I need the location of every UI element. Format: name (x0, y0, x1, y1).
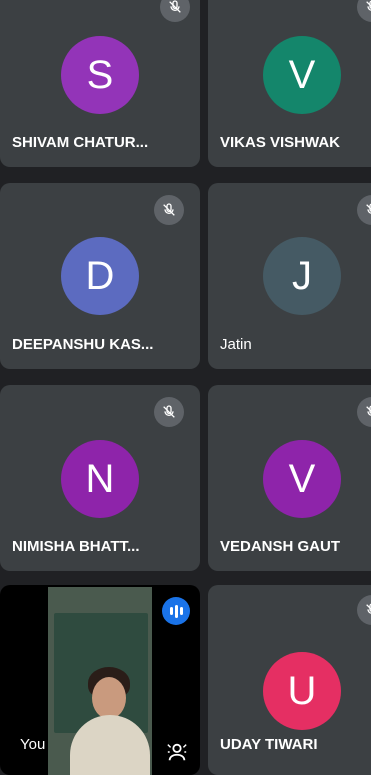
mic-off-icon (357, 595, 371, 625)
mic-off-icon (154, 195, 184, 225)
participant-name: UDAY TIWARI (220, 736, 318, 753)
mic-off-icon (357, 195, 371, 225)
participant-name: Jatin (220, 336, 252, 353)
participant-tile-shivam[interactable]: S SHIVAM CHATUR... (0, 0, 200, 167)
mic-off-icon (357, 0, 371, 22)
participant-name: VIKAS VISHWAK (220, 134, 341, 151)
background-blur-icon[interactable] (166, 741, 188, 763)
meet-grid: { "tiles": [ {"id": "shivam", "initial":… (0, 0, 371, 775)
participant-name: SHIVAM CHATUR... (12, 134, 149, 151)
participant-name: DEEPANSHU KAS... (12, 336, 154, 353)
participant-tile-vedansh[interactable]: V VEDANSH GAUT (208, 385, 371, 571)
participant-tile-jatin[interactable]: J Jatin (208, 183, 371, 369)
participant-tile-vikas[interactable]: V VIKAS VISHWAK (208, 0, 371, 167)
avatar: N (61, 440, 139, 518)
participant-name: You (20, 736, 46, 753)
participant-tile-deepanshu[interactable]: D DEEPANSHU KAS... (0, 183, 200, 369)
participant-tile-nimisha[interactable]: N NIMISHA BHATT... (0, 385, 200, 571)
avatar: V (263, 440, 341, 518)
avatar: D (61, 237, 139, 315)
mic-off-icon (160, 0, 190, 22)
person-head (92, 677, 126, 719)
avatar: S (61, 36, 139, 114)
participant-tile-uday[interactable]: U UDAY TIWARI (208, 585, 371, 775)
mic-off-icon (357, 397, 371, 427)
participant-name: VEDANSH GAUT (220, 538, 341, 555)
avatar: J (263, 237, 341, 315)
self-video-feed (48, 587, 152, 775)
mic-off-icon (154, 397, 184, 427)
avatar: U (263, 652, 341, 730)
participant-tile-self[interactable]: You (0, 585, 200, 775)
audio-level-icon (162, 597, 190, 625)
avatar: V (263, 36, 341, 114)
participant-name: NIMISHA BHATT... (12, 538, 140, 555)
